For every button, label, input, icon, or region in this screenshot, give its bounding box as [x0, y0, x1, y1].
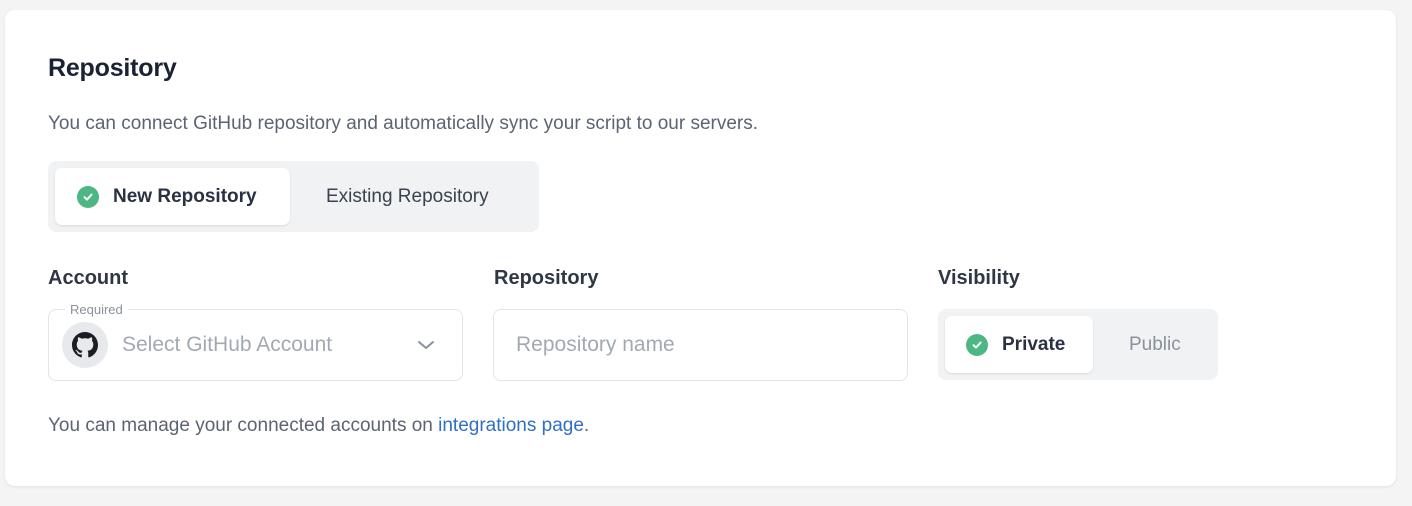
github-account-select[interactable]: Required Select GitHub Account — [48, 302, 463, 381]
repository-name-input[interactable] — [493, 309, 908, 381]
visibility-label: Visibility — [938, 267, 1020, 289]
public-label: Public — [1129, 333, 1181, 355]
select-account-placeholder: Select GitHub Account — [122, 333, 333, 356]
section-description: You can connect GitHub repository and au… — [48, 113, 759, 134]
existing-repository-button[interactable]: Existing Repository — [290, 168, 532, 225]
chevron-down-icon — [416, 339, 436, 351]
required-label: Required — [65, 302, 128, 317]
repository-label: Repository — [494, 267, 599, 289]
existing-repository-label: Existing Repository — [326, 185, 489, 207]
footer-suffix: . — [583, 415, 590, 436]
footer-text: You can manage your connected accounts o… — [48, 415, 439, 436]
visibility-toggle: Private Public — [938, 309, 1218, 380]
private-label: Private — [1002, 333, 1066, 355]
repository-card: Repository You can connect GitHub reposi… — [5, 10, 1396, 486]
integrations-page-link[interactable]: integrations page — [438, 415, 584, 436]
public-button[interactable]: Public — [1093, 316, 1211, 373]
check-circle-icon — [966, 333, 988, 356]
section-title: Repository — [48, 54, 177, 82]
footer-note: You can manage your connected accounts o… — [48, 415, 589, 437]
repo-mode-toggle: New Repository Existing Repository — [48, 161, 539, 232]
new-repository-button[interactable]: New Repository — [55, 168, 290, 225]
private-button[interactable]: Private — [945, 316, 1093, 373]
new-repository-label: New Repository — [113, 185, 257, 207]
account-label: Account — [48, 267, 128, 289]
check-circle-icon — [77, 185, 99, 208]
github-icon — [62, 322, 108, 368]
